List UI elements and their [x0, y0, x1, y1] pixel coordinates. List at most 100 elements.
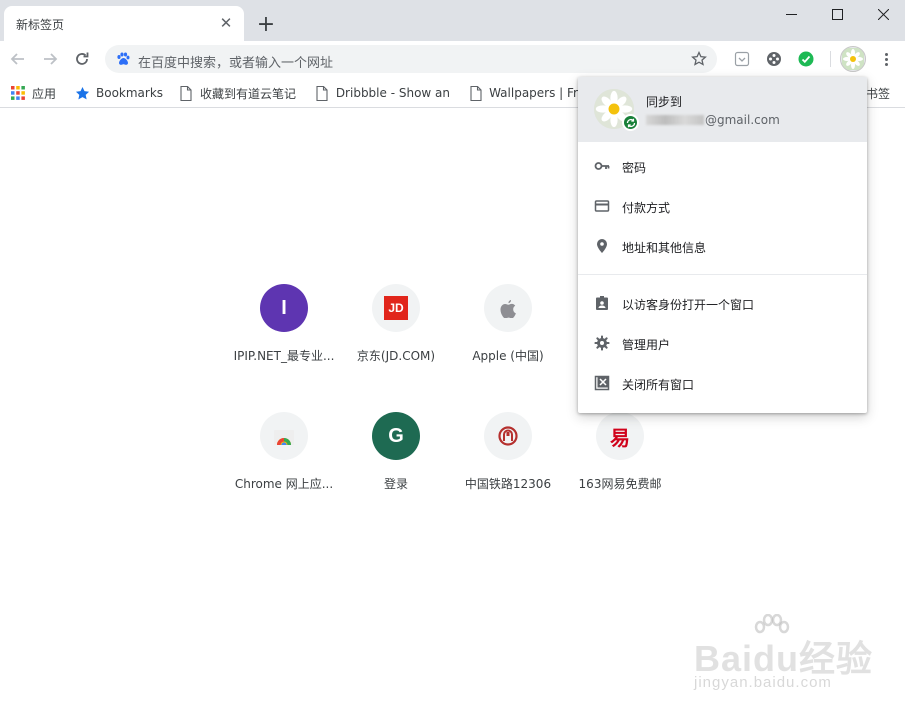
- tile-label: 登录: [383, 477, 408, 491]
- menu-item-label: 以访客身份打开一个窗口: [622, 298, 755, 312]
- location-pin-icon: [594, 238, 610, 254]
- maximize-icon: [831, 8, 843, 20]
- close-box-icon: [594, 375, 610, 391]
- tile-login[interactable]: G 登录: [340, 412, 452, 512]
- tile-label: Chrome 网上应...: [234, 477, 334, 491]
- page-icon: [468, 85, 483, 101]
- menu-item-label: 密码: [622, 161, 647, 175]
- tile-label: 京东(JD.COM): [356, 349, 436, 363]
- letter-g-icon: G: [388, 424, 404, 447]
- bookmark-wallpapers[interactable]: Wallpapers | Fr: [468, 84, 578, 102]
- kebab-dot: [884, 62, 888, 66]
- tile-163mail[interactable]: 易 163网易免费邮: [564, 412, 676, 512]
- kebab-dot: [884, 52, 888, 56]
- apple-logo-icon: [500, 299, 516, 318]
- tile-icon: I: [260, 284, 308, 332]
- close-icon: [877, 8, 889, 20]
- railway-logo-icon: [498, 426, 518, 446]
- window-minimize-button[interactable]: [768, 0, 814, 28]
- tile-label: IPIP.NET_最专业...: [233, 349, 335, 363]
- extension-green-button[interactable]: [796, 49, 816, 69]
- tile-chrome-webstore[interactable]: Chrome 网上应...: [228, 412, 340, 512]
- bookmark-youdao[interactable]: 收藏到有道云笔记: [178, 84, 296, 102]
- bookmark-dribbble[interactable]: Dribbble - Show an: [314, 84, 450, 102]
- jd-logo-icon: JD: [388, 301, 404, 315]
- menu-item-guest-window[interactable]: 以访客身份打开一个窗口: [578, 283, 867, 323]
- profile-avatar-button[interactable]: [840, 46, 866, 72]
- extension-film-button[interactable]: [764, 49, 784, 69]
- tile-12306[interactable]: 中国铁路12306: [452, 412, 564, 512]
- bookmark-label: Dribbble - Show an: [335, 86, 450, 100]
- credit-card-icon: [594, 198, 610, 214]
- arrow-left-icon: [10, 53, 24, 65]
- extension-pocket-button[interactable]: [732, 49, 752, 69]
- bookmark-label: 应用: [32, 86, 57, 101]
- new-tab-button[interactable]: +: [252, 10, 280, 38]
- tab-close-icon[interactable]: ✕: [216, 13, 236, 33]
- key-icon: [594, 158, 610, 174]
- email-suffix: @gmail.com: [705, 113, 780, 127]
- watermark-url: jingyan.baidu.com: [694, 674, 832, 691]
- bookmark-other[interactable]: 书签: [866, 84, 890, 102]
- menu-item-addresses[interactable]: 地址和其他信息: [578, 226, 867, 266]
- gear-icon: [594, 335, 610, 351]
- menu-item-payment[interactable]: 付款方式: [578, 186, 867, 226]
- tile-label: 中国铁路12306: [464, 477, 552, 491]
- window-maximize-button[interactable]: [814, 0, 860, 28]
- back-button[interactable]: [4, 45, 32, 73]
- tile-icon: [484, 284, 532, 332]
- menu-item-label: 地址和其他信息: [622, 241, 707, 255]
- forward-button[interactable]: [36, 45, 64, 73]
- tab-new-tab[interactable]: 新标签页 ✕: [4, 6, 244, 41]
- kebab-dot: [884, 57, 888, 61]
- tab-title: 新标签页: [16, 18, 65, 32]
- address-bar[interactable]: 在百度中搜索，或者输入一个网址: [105, 45, 717, 73]
- chrome-menu-button[interactable]: [876, 49, 896, 69]
- menu-item-label: 关闭所有窗口: [622, 378, 695, 392]
- account-email: @gmail.com: [646, 113, 780, 127]
- tile-ipip[interactable]: I IPIP.NET_最专业...: [228, 284, 340, 384]
- reload-button[interactable]: [68, 45, 96, 73]
- window-close-button[interactable]: [860, 0, 905, 28]
- bookmark-label: 书签: [866, 86, 891, 101]
- netease-logo-icon: 易: [610, 425, 630, 450]
- bookmark-apps[interactable]: 应用: [10, 84, 56, 102]
- bookmark-bookmarks[interactable]: Bookmarks: [74, 84, 163, 102]
- film-reel-icon: [767, 52, 781, 66]
- tile-icon: 易: [596, 412, 644, 460]
- bookmark-label: Bookmarks: [96, 86, 164, 100]
- pocket-icon: [734, 51, 750, 67]
- page-icon: [178, 85, 194, 101]
- sync-title: 同步到: [646, 95, 683, 109]
- menu-item-label: 管理用户: [622, 338, 671, 352]
- menu-item-label: 付款方式: [622, 201, 671, 215]
- guest-badge-icon: [594, 295, 610, 311]
- green-check-icon: [798, 51, 814, 67]
- baidu-jingyan-watermark: Baidu经验 jingyan.baidu.com: [690, 612, 895, 712]
- arrow-right-icon: [44, 53, 58, 65]
- menu-item-close-all-windows[interactable]: 关闭所有窗口: [578, 363, 867, 403]
- tile-icon: [260, 412, 308, 460]
- profile-menu-header[interactable]: 同步到 @gmail.com: [578, 77, 867, 142]
- tile-label: 163网易免费邮: [578, 477, 662, 491]
- address-placeholder: 在百度中搜索，或者输入一个网址: [138, 56, 334, 71]
- tab-strip: 新标签页 ✕ +: [0, 0, 905, 41]
- page-icon: [314, 85, 330, 101]
- email-redacted: [646, 115, 704, 125]
- toolbar-divider: [830, 51, 831, 67]
- minimize-icon: [785, 13, 797, 15]
- apps-grid-icon: [10, 85, 26, 101]
- bookmark-label: 收藏到有道云笔记: [200, 86, 297, 101]
- tile-label: Apple (中国): [472, 349, 544, 363]
- star-outline-icon: [691, 51, 707, 66]
- bookmark-label: Wallpapers | Fr: [489, 86, 578, 100]
- tile-jd[interactable]: JD 京东(JD.COM): [340, 284, 452, 384]
- letter-i-icon: I: [281, 296, 287, 319]
- menu-item-passwords[interactable]: 密码: [578, 146, 867, 186]
- tile-icon: JD: [372, 284, 420, 332]
- menu-item-manage-users[interactable]: 管理用户: [578, 323, 867, 363]
- tile-apple[interactable]: Apple (中国): [452, 284, 564, 384]
- chrome-webstore-icon: [274, 430, 294, 445]
- sync-icon: [626, 118, 635, 127]
- bookmark-star-button[interactable]: [689, 49, 709, 69]
